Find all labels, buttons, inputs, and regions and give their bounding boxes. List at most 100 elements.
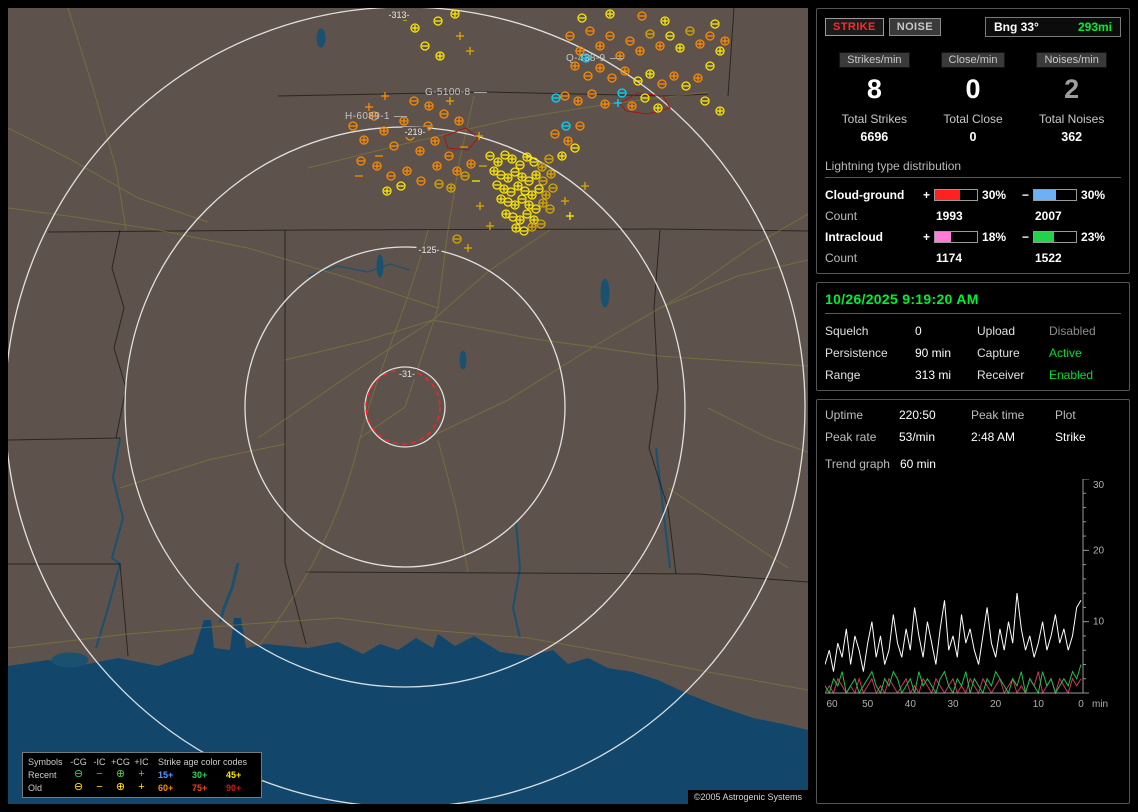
cg-negative-pct: 30% — [1081, 188, 1105, 202]
recent-cg-neg-icon: ⊖ — [68, 769, 89, 780]
ic-negative-bar-cell: − 23% — [1022, 230, 1121, 244]
strikes-per-min-chip: Strikes/min — [839, 52, 909, 68]
recent-ic-pos-icon: + — [131, 769, 152, 780]
old-ic-pos-icon: + — [131, 782, 152, 793]
cg-negative-bar-cell: − 30% — [1022, 188, 1121, 202]
cg-positive-bar — [934, 189, 978, 201]
cg-positive-bar-cell: + 30% — [923, 188, 1022, 202]
noises-per-min-value: 2 — [1022, 74, 1121, 104]
ic-positive-count: 1174 — [923, 251, 1022, 265]
age-code-30: 30+ — [192, 770, 222, 780]
svg-text:10: 10 — [1093, 617, 1105, 628]
svg-text:0: 0 — [1078, 699, 1084, 710]
legend-old-label: Old — [28, 783, 68, 793]
ic-positive-pct: 18% — [982, 230, 1006, 244]
recent-ic-neg-icon: − — [89, 769, 110, 780]
svg-text:60: 60 — [826, 699, 838, 710]
trend-window-value: 60 min — [900, 457, 936, 471]
range-ring-label: -125- — [416, 245, 441, 255]
svg-text:20: 20 — [1093, 545, 1105, 556]
storm-cell-label: G-5100-8 — [425, 87, 487, 98]
bearing-label: Bng 33° — [994, 20, 1039, 34]
cg-count-label: Count — [825, 209, 923, 223]
legend-header-cg-pos: +CG — [110, 757, 131, 767]
uptime-label: Uptime — [825, 408, 899, 422]
capture-status: Active — [1049, 346, 1121, 360]
old-cg-neg-icon: ⊖ — [68, 782, 89, 793]
svg-text:30: 30 — [947, 699, 959, 710]
age-code-90: 90+ — [226, 783, 256, 793]
total-noises-value: 362 — [1022, 130, 1121, 144]
range-ring-label: -219- — [402, 127, 427, 137]
range-label: Range — [825, 368, 915, 382]
bearing-range: 293mi — [1078, 20, 1112, 34]
strike-stats-panel: STRIKE NOISE Bng 33° 293mi Strikes/min C… — [816, 8, 1130, 274]
ic-positive-bar-cell: + 18% — [923, 230, 1022, 244]
receiver-label: Receiver — [977, 368, 1049, 382]
plot-label: Plot — [1055, 408, 1121, 422]
legend-age-title: Strike age color codes — [152, 757, 256, 767]
capture-label: Capture — [977, 346, 1049, 360]
total-noises-label: Total Noises — [1022, 112, 1121, 126]
close-per-min-value: 0 — [924, 74, 1023, 104]
trend-graph: 3020106050403020100min — [825, 479, 1121, 711]
uptime-value: 220:50 — [899, 408, 971, 422]
svg-text:40: 40 — [905, 699, 917, 710]
plus-sign: + — [923, 188, 930, 202]
copyright-text: ©2005 Astrogenic Systems — [688, 790, 808, 804]
sidebar: STRIKE NOISE Bng 33° 293mi Strikes/min C… — [816, 8, 1130, 804]
distribution-grid: Cloud-ground + 30% − 30% Count 1993 2007… — [825, 188, 1121, 265]
cg-negative-bar — [1033, 189, 1077, 201]
svg-text:30: 30 — [1093, 480, 1105, 491]
cg-negative-count: 2007 — [1022, 209, 1121, 223]
intracloud-label: Intracloud — [825, 230, 923, 244]
trend-graph-label: Trend graph — [825, 457, 890, 471]
age-code-60: 60+ — [158, 783, 188, 793]
ic-count-label: Count — [825, 251, 923, 265]
cg-positive-pct: 30% — [982, 188, 1006, 202]
total-strikes-value: 6696 — [825, 130, 924, 144]
legend-header-cg-neg: -CG — [68, 757, 89, 767]
ic-negative-pct: 23% — [1081, 230, 1105, 244]
map-legend: Symbols -CG -IC +CG +IC Strike age color… — [22, 752, 262, 798]
trend-panel: Uptime 220:50 Peak time Plot Peak rate 5… — [816, 399, 1130, 804]
datetime-display: 10/26/2025 9:19:20 AM — [825, 291, 1121, 314]
total-strikes-label: Total Strikes — [825, 112, 924, 126]
storm-cell-label: Q-438-9 — [566, 53, 623, 64]
noises-per-min-chip: Noises/min — [1036, 52, 1106, 68]
lightning-map[interactable]: -313--219--125--31-H-6089-1G-5100-8Q-438… — [8, 8, 808, 804]
peak-rate-value: 53/min — [899, 430, 971, 444]
total-close-label: Total Close — [924, 112, 1023, 126]
receiver-status: Enabled — [1049, 368, 1121, 382]
svg-text:20: 20 — [990, 699, 1002, 710]
age-code-45: 45+ — [226, 770, 256, 780]
upload-status: Disabled — [1049, 324, 1121, 338]
plot-value: Strike — [1055, 430, 1121, 444]
noise-mode-button[interactable]: NOISE — [889, 18, 941, 36]
recent-cg-pos-icon: ⊕ — [110, 769, 131, 780]
squelch-value: 0 — [915, 324, 977, 338]
strike-mode-button[interactable]: STRIKE — [825, 18, 884, 36]
ic-negative-bar — [1033, 231, 1077, 243]
legend-header-ic-neg: -IC — [89, 757, 110, 767]
uptime-grid: Uptime 220:50 Peak time Plot Peak rate 5… — [825, 408, 1121, 444]
range-ring-label: -313- — [386, 10, 411, 20]
persistence-value: 90 min — [915, 346, 977, 360]
legend-header-ic-pos: +IC — [131, 757, 152, 767]
bearing-box: Bng 33° 293mi — [985, 17, 1121, 37]
cg-positive-count: 1993 — [923, 209, 1022, 223]
ic-positive-bar — [934, 231, 978, 243]
squelch-label: Squelch — [825, 324, 915, 338]
age-code-75: 75+ — [192, 783, 222, 793]
close-per-min-chip: Close/min — [941, 52, 1006, 68]
svg-text:min: min — [1092, 699, 1108, 710]
legend-symbols-label: Symbols — [28, 757, 68, 767]
minus-sign: − — [1022, 230, 1029, 244]
legend-recent-label: Recent — [28, 770, 68, 780]
peak-time-value: 2:48 AM — [971, 430, 1055, 444]
total-close-value: 0 — [924, 130, 1023, 144]
old-ic-neg-icon: − — [89, 782, 110, 793]
upload-label: Upload — [977, 324, 1049, 338]
cloud-ground-label: Cloud-ground — [825, 188, 923, 202]
status-panel: 10/26/2025 9:19:20 AM Squelch 0 Upload D… — [816, 282, 1130, 391]
